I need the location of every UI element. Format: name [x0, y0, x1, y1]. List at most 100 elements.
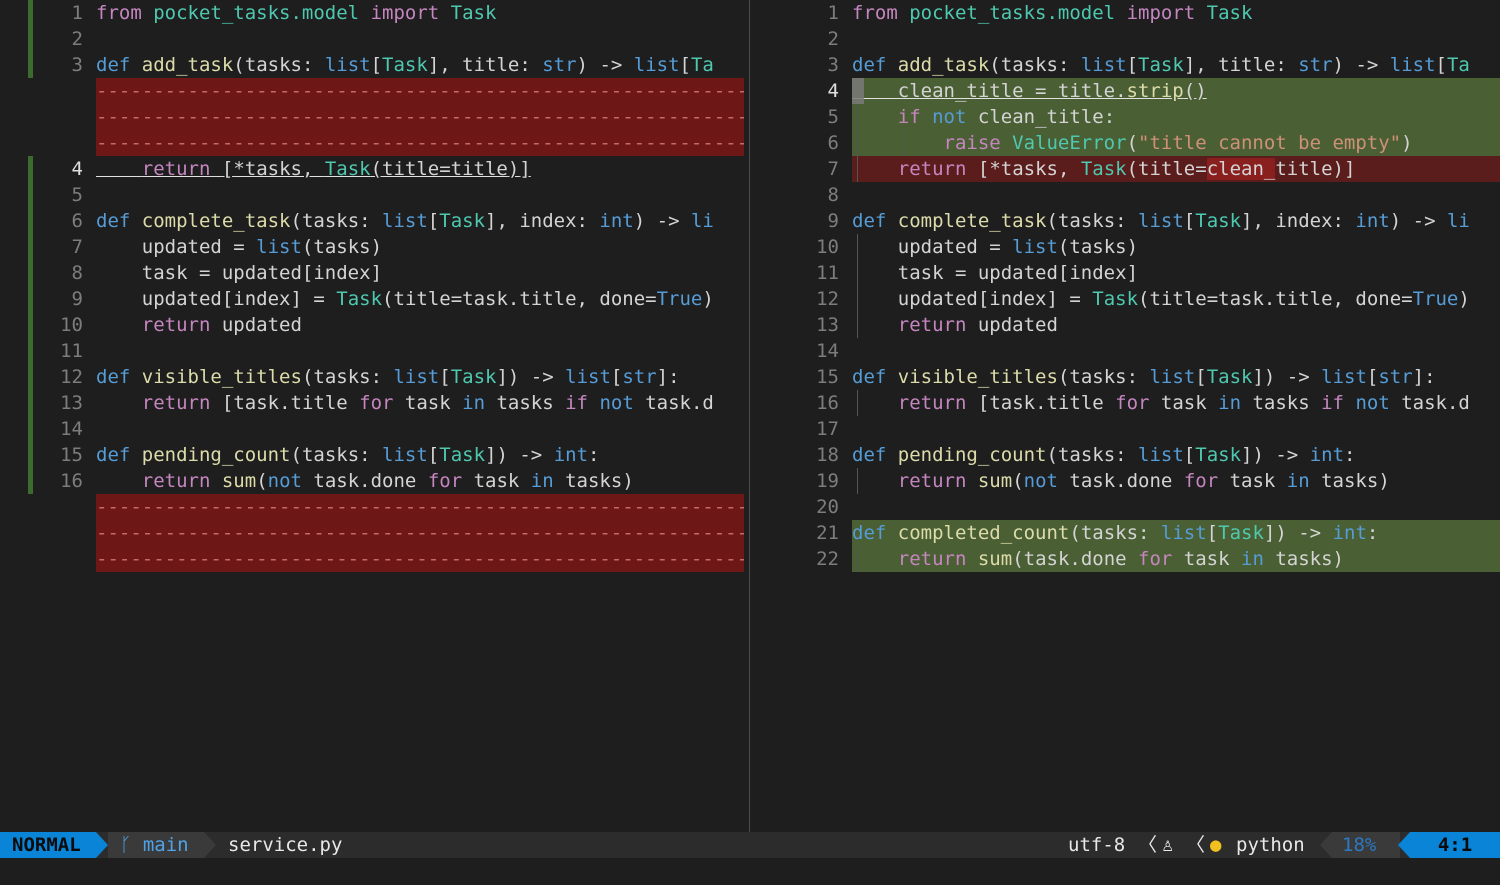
code-token: def	[96, 210, 131, 232]
code-line[interactable]: 6 def complete_task(tasks: list[Task], in…	[0, 208, 744, 234]
code-text[interactable]: raise ValueError("title cannot be empty"…	[852, 130, 1500, 156]
code-line[interactable]: 8 task = updated[index]	[0, 260, 744, 286]
code-text[interactable]: return [task.title for task in tasks if …	[96, 390, 744, 416]
code-text[interactable]: return [*tasks, Task(title=title)]	[96, 156, 744, 182]
code-token: (	[1012, 548, 1024, 570]
code-line[interactable]: 16 return sum(not task.done for task in …	[0, 468, 744, 494]
code-text[interactable]: updated = list(tasks)	[852, 234, 1500, 260]
code-line[interactable]: 1 from pocket_tasks.model import Task	[0, 0, 744, 26]
code-line[interactable]: 4 return [*tasks, Task(title=title)]	[0, 156, 744, 182]
code-token: Task	[1218, 522, 1264, 544]
code-line[interactable]: 9 def complete_task(tasks: list[Task], in…	[752, 208, 1500, 234]
code-token: updated =	[96, 236, 257, 258]
code-token: pocket_tasks.model	[909, 2, 1116, 24]
command-line[interactable]	[0, 858, 1500, 885]
code-token: list	[1138, 210, 1184, 232]
code-line[interactable]: 9 updated[index] = Task(title=task.title…	[0, 286, 744, 312]
code-token: )	[1252, 444, 1264, 466]
code-text[interactable]: def complete_task(tasks: list[Task], ind…	[852, 208, 1500, 234]
code-line[interactable]: 5	[0, 182, 744, 208]
code-text[interactable]: def add_task(tasks: list[Task], title: s…	[852, 52, 1500, 78]
code-line[interactable]: 15 def visible_titles(tasks: list[Task]) …	[752, 364, 1500, 390]
code-token: sum	[977, 470, 1013, 492]
code-text[interactable]: task = updated[index]	[852, 260, 1500, 286]
code-text[interactable]: return updated	[852, 312, 1500, 338]
code-token: (	[1126, 158, 1139, 180]
code-token: (	[1126, 132, 1139, 154]
code-token: return	[141, 314, 211, 336]
code-token: visible_titles	[141, 366, 302, 388]
code-token: [	[1057, 262, 1070, 284]
code-token: ]	[427, 54, 440, 76]
code-text[interactable]: clean_title = title.strip()	[852, 78, 1500, 104]
code-text[interactable]: updated[index] = Task(title=task.title, …	[96, 286, 744, 312]
code-text[interactable]: def add_task(tasks: list[Task], title: s…	[96, 52, 744, 78]
code-line[interactable]: 20	[752, 494, 1500, 520]
code-line[interactable]: 12 def visible_titles(tasks: list[Task]) …	[0, 364, 744, 390]
code-text[interactable]: from pocket_tasks.model import Task	[96, 0, 744, 26]
code-line[interactable]: 3 def add_task(tasks: list[Task], title: …	[752, 52, 1500, 78]
code-token: title	[1275, 158, 1333, 180]
code-line[interactable]: 1 from pocket_tasks.model import Task	[752, 0, 1500, 26]
code-text[interactable]: def pending_count(tasks: list[Task]) -> …	[852, 442, 1500, 468]
code-text[interactable]: def pending_count(tasks: list[Task]) -> …	[96, 442, 744, 468]
code-token: )	[1332, 548, 1344, 570]
code-line[interactable]: 5 if not clean_title:	[752, 104, 1500, 130]
code-line[interactable]: 8	[752, 182, 1500, 208]
code-token: Ta	[1446, 54, 1470, 76]
code-line[interactable]: 16 return [task.title for task in tasks …	[752, 390, 1500, 416]
code-line[interactable]: 21 def completed_count(tasks: list[Task])…	[752, 520, 1500, 546]
code-text[interactable]: return updated	[96, 312, 744, 338]
diff-pane-right[interactable]: 1 from pocket_tasks.model import Task 2 3 de…	[752, 0, 1500, 832]
code-line[interactable]: 10 return updated	[0, 312, 744, 338]
code-token: li	[1446, 210, 1470, 232]
code-text[interactable]: def complete_task(tasks: list[Task], ind…	[96, 208, 744, 234]
code-line[interactable]: 10 updated = list(tasks)	[752, 234, 1500, 260]
code-text[interactable]: def visible_titles(tasks: list[Task]) ->…	[852, 364, 1500, 390]
code-line[interactable]: 13 return [task.title for task in tasks …	[0, 390, 744, 416]
code-line[interactable]: 22 return sum(task.done for task in task…	[752, 546, 1500, 572]
code-line[interactable]: 14	[752, 338, 1500, 364]
code-text[interactable]: return [task.title for task in tasks if …	[852, 390, 1500, 416]
code-text[interactable]: if not clean_title:	[852, 104, 1500, 130]
code-text[interactable]: return sum(not task.done for task in tas…	[96, 468, 744, 494]
code-line[interactable]: 11	[0, 338, 744, 364]
code-line[interactable]: 4 clean_title = title.strip()	[752, 78, 1500, 104]
code-text[interactable]: def completed_count(tasks: list[Task]) -…	[852, 520, 1500, 546]
code-line[interactable]: 17	[752, 416, 1500, 442]
code-line[interactable]: 13 return updated	[752, 312, 1500, 338]
code-token: def	[96, 366, 131, 388]
code-line[interactable]: 3 def add_task(tasks: list[Task], title: …	[0, 52, 744, 78]
diff-pane-left[interactable]: 1 from pocket_tasks.model import Task 2 3 de…	[0, 0, 744, 832]
window-split-divider[interactable]	[749, 0, 750, 832]
code-line[interactable]: 7 return [*tasks, Task(title=clean_title…	[752, 156, 1500, 182]
code-text[interactable]: task = updated[index]	[96, 260, 744, 286]
code-line[interactable]: 15 def pending_count(tasks: list[Task]) -…	[0, 442, 744, 468]
code-line[interactable]: 14	[0, 416, 744, 442]
file-name[interactable]: service.py	[228, 832, 342, 858]
code-line[interactable]: 19 return sum(not task.done for task in …	[752, 468, 1500, 494]
code-text[interactable]: return sum(task.done for task in tasks)	[852, 546, 1500, 572]
code-text[interactable]: return [*tasks, Task(title=clean_title)]	[852, 156, 1500, 182]
code-text[interactable]: return sum(not task.done for task in tas…	[852, 468, 1500, 494]
code-token: not	[267, 470, 302, 492]
code-text[interactable]: updated = list(tasks)	[96, 234, 744, 260]
code-line[interactable]: 2	[0, 26, 744, 52]
cursor-position: 4:1	[1410, 832, 1500, 858]
line-number: 6	[71, 210, 83, 232]
code-text[interactable]: from pocket_tasks.model import Task	[852, 0, 1500, 26]
code-token: raise	[943, 132, 1001, 154]
code-line[interactable]: 18 def pending_count(tasks: list[Task]) -…	[752, 442, 1500, 468]
code-line[interactable]: 6 raise ValueError("title cannot be empt…	[752, 130, 1500, 156]
code-line[interactable]: 2	[752, 26, 1500, 52]
code-line[interactable]: 11 task = updated[index]	[752, 260, 1500, 286]
code-line[interactable]: 7 updated = list(tasks)	[0, 234, 744, 260]
code-token: Task	[382, 54, 428, 76]
code-token: [	[679, 54, 691, 76]
git-branch-segment[interactable]: ᚴ main	[108, 832, 204, 858]
code-line[interactable]: 12 updated[index] = Task(title=task.titl…	[752, 286, 1500, 312]
code-text[interactable]: updated[index] = Task(title=task.title, …	[852, 286, 1500, 312]
code-token: )	[507, 366, 520, 388]
code-text[interactable]: def visible_titles(tasks: list[Task]) ->…	[96, 364, 744, 390]
